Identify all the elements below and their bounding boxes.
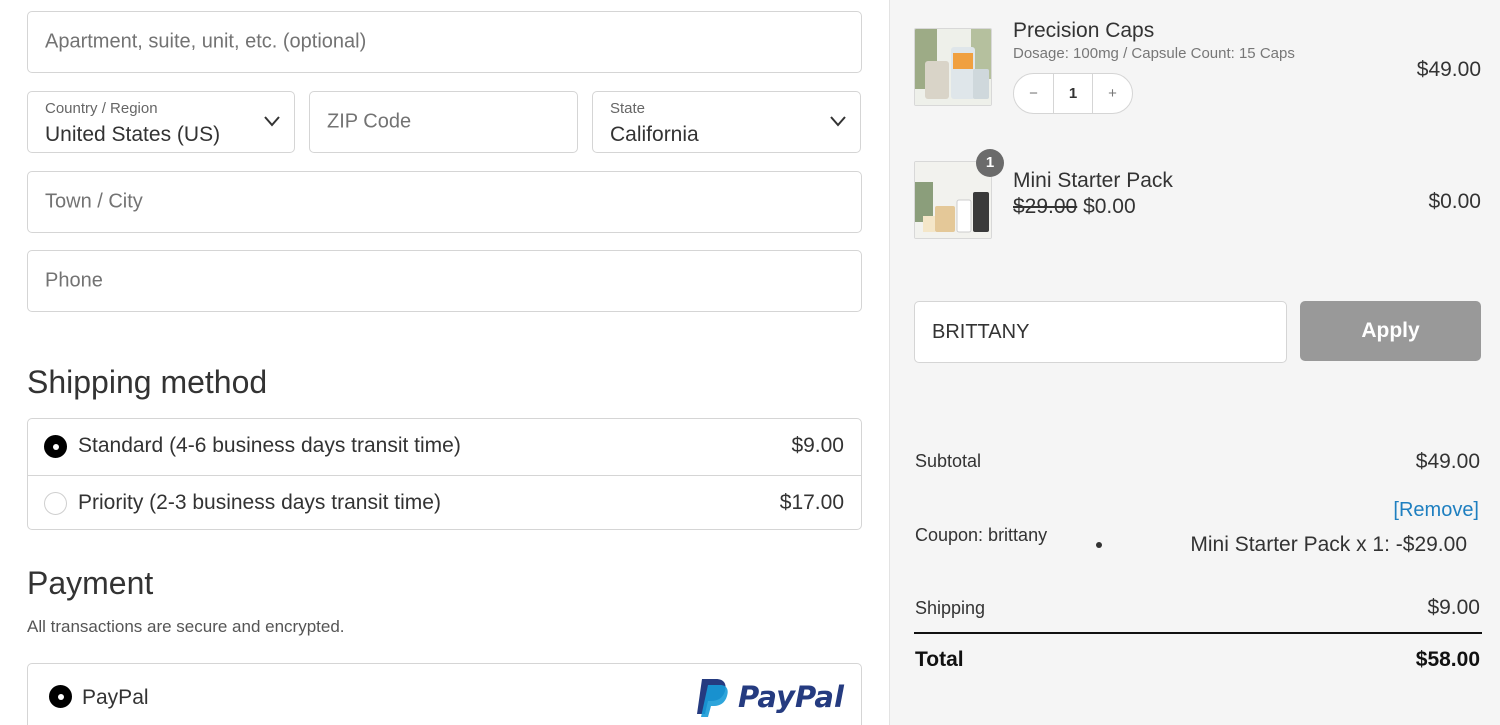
decrease-quantity-button[interactable]: − [1014, 74, 1054, 113]
shipping-method-title: Shipping method [27, 364, 268, 400]
sale-price: $0.00 [1083, 195, 1136, 218]
phone-placeholder: Phone [45, 269, 103, 292]
chevron-down-icon [830, 116, 846, 127]
product-price-line: $29.00 $0.00 [1013, 195, 1136, 219]
shipping-option-priority[interactable]: Priority (2-3 business days transit time… [28, 475, 861, 531]
chevron-down-icon [264, 116, 280, 127]
paypal-logo-icon: PayPal [697, 679, 845, 717]
radio-unselected[interactable] [44, 492, 67, 515]
city-placeholder: Town / City [45, 190, 143, 213]
apartment-placeholder: Apartment, suite, unit, etc. (optional) [45, 30, 367, 53]
increase-quantity-button[interactable]: + [1092, 74, 1132, 113]
zip-field[interactable]: ZIP Code [309, 91, 578, 153]
quantity-badge: 1 [976, 149, 1004, 177]
coupon-label: Coupon: brittany [915, 525, 1048, 545]
payment-option-label: PayPal [82, 686, 149, 709]
coupon-input[interactable]: BRITTANY [914, 301, 1287, 363]
shipping-option-standard[interactable]: Standard (4-6 business days transit time… [28, 419, 861, 475]
coupon-discount-line: Mini Starter Pack x 1: -$29.00 [1190, 533, 1467, 556]
total-label: Total [915, 648, 964, 671]
total-value: $58.00 [1415, 648, 1480, 671]
apply-coupon-button[interactable]: Apply [1300, 301, 1481, 361]
state-value: California [610, 123, 699, 146]
state-label: State [610, 100, 646, 117]
radio-selected[interactable] [44, 435, 67, 458]
quantity-value[interactable]: 1 [1054, 74, 1092, 113]
payment-title: Payment [27, 565, 154, 601]
product-price: $0.00 [1428, 190, 1481, 213]
payment-option-paypal[interactable]: PayPal PayPal [27, 663, 862, 725]
shipping-option-price: $9.00 [791, 434, 844, 457]
product-name: Precision Caps [1013, 19, 1155, 42]
zip-placeholder: ZIP Code [327, 110, 412, 133]
phone-field[interactable]: Phone [27, 250, 862, 312]
remove-coupon-link[interactable]: [Remove] [1393, 499, 1479, 522]
apartment-field[interactable]: Apartment, suite, unit, etc. (optional) [27, 11, 862, 73]
city-field[interactable]: Town / City [27, 171, 862, 233]
shipping-label: Shipping [915, 598, 986, 618]
original-price: $29.00 [1013, 195, 1078, 218]
checkout-form: Apartment, suite, unit, etc. (optional) … [0, 0, 889, 725]
shipping-option-label: Standard (4-6 business days transit time… [78, 434, 461, 457]
product-variant: Dosage: 100mg / Capsule Count: 15 Caps [1013, 45, 1295, 62]
subtotal-label: Subtotal [915, 451, 982, 471]
state-select[interactable]: State California [592, 91, 861, 153]
payment-subtitle: All transactions are secure and encrypte… [27, 617, 345, 636]
shipping-option-label: Priority (2-3 business days transit time… [78, 491, 441, 514]
country-value: United States (US) [45, 123, 221, 146]
shipping-option-price: $17.00 [779, 491, 844, 514]
radio-selected[interactable] [49, 685, 72, 708]
shipping-options: Standard (4-6 business days transit time… [27, 418, 862, 530]
country-label: Country / Region [45, 100, 158, 117]
quantity-stepper[interactable]: − 1 + [1013, 73, 1133, 114]
bullet-icon [1096, 542, 1102, 548]
country-select[interactable]: Country / Region United States (US) [27, 91, 295, 153]
product-image-precision-caps [914, 28, 992, 106]
subtotal-value: $49.00 [1415, 450, 1480, 473]
coupon-input-value: BRITTANY [932, 321, 1030, 343]
summary-divider [914, 632, 1482, 634]
product-price: $49.00 [1416, 58, 1481, 81]
product-name: Mini Starter Pack [1013, 169, 1173, 192]
shipping-value: $9.00 [1427, 596, 1480, 619]
paypal-logo-text: PayPal [738, 680, 845, 714]
